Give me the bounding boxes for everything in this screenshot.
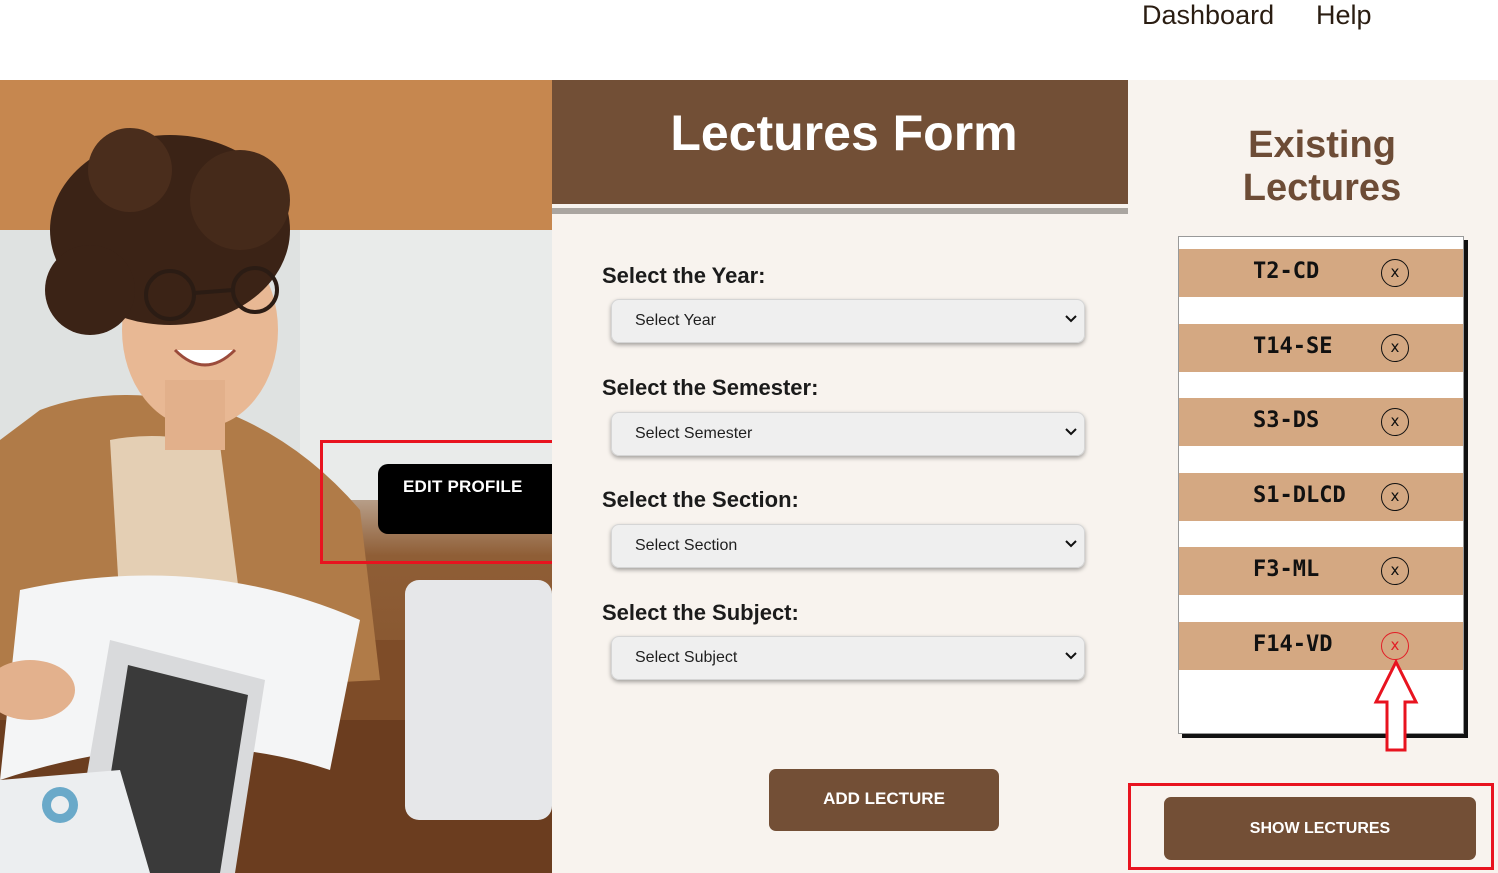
remove-lecture-button[interactable]: x <box>1381 632 1409 660</box>
subject-select-value: Select Subject <box>635 649 738 666</box>
lecture-item: F14-VD x <box>1179 622 1463 670</box>
semester-select-value: Select Semester <box>635 425 753 442</box>
semester-select[interactable]: Select Semester <box>611 412 1085 456</box>
arrow-up-icon <box>1373 660 1419 752</box>
section-label: Select the Section: <box>602 487 799 512</box>
lecture-item: T14-SE x <box>1179 324 1463 372</box>
lecture-item: S3-DS x <box>1179 398 1463 446</box>
chevron-down-icon <box>1065 428 1077 436</box>
remove-lecture-button[interactable]: x <box>1381 408 1409 436</box>
lecture-name: T2-CD <box>1253 259 1320 284</box>
remove-lecture-button[interactable]: x <box>1381 259 1409 287</box>
year-select[interactable]: Select Year <box>611 299 1085 343</box>
section-select-value: Select Section <box>635 537 738 554</box>
lecture-item: T2-CD x <box>1179 249 1463 297</box>
lecture-item: F3-ML x <box>1179 547 1463 595</box>
chevron-down-icon <box>1065 540 1077 548</box>
lectures-form-panel: Lectures Form Select the Year: Select Ye… <box>552 80 1128 873</box>
semester-label: Select the Semester: <box>602 375 819 400</box>
add-lecture-button[interactable]: ADD LECTURE <box>769 769 999 831</box>
subject-label: Select the Subject: <box>602 600 799 625</box>
lecture-name: T14-SE <box>1253 334 1333 359</box>
nav-dashboard-link[interactable]: Dashboard <box>1142 0 1274 31</box>
subject-select[interactable]: Select Subject <box>611 636 1085 680</box>
year-select-value: Select Year <box>635 312 716 329</box>
lecture-list: T2-CD x T14-SE x S3-DS x S1-DLCD x F3-ML… <box>1178 236 1464 734</box>
form-title: Lectures Form <box>670 105 1018 161</box>
lecture-name: F3-ML <box>1253 557 1320 582</box>
chevron-down-icon <box>1065 315 1077 323</box>
lecture-name: S1-DLCD <box>1253 483 1346 508</box>
nav-help-link[interactable]: Help <box>1316 0 1372 31</box>
lecture-item: S1-DLCD x <box>1179 473 1463 521</box>
chevron-down-icon <box>1065 652 1077 660</box>
lecture-name: S3-DS <box>1253 408 1320 433</box>
top-nav: Dashboard Help <box>0 0 1498 80</box>
show-lectures-button[interactable]: SHOW LECTURES <box>1164 797 1476 860</box>
existing-lectures-title: Existing Lectures <box>1242 124 1402 209</box>
form-header: Lectures Form <box>552 80 1128 204</box>
section-select[interactable]: Select Section <box>611 524 1085 568</box>
remove-lecture-button[interactable]: x <box>1381 483 1409 511</box>
lecture-name: F14-VD <box>1253 632 1333 657</box>
year-label: Select the Year: <box>602 263 766 288</box>
header-divider <box>552 208 1128 214</box>
remove-lecture-button[interactable]: x <box>1381 557 1409 585</box>
remove-lecture-button[interactable]: x <box>1381 334 1409 362</box>
existing-lectures-panel: Existing Lectures T2-CD x T14-SE x S3-DS… <box>1128 80 1498 873</box>
